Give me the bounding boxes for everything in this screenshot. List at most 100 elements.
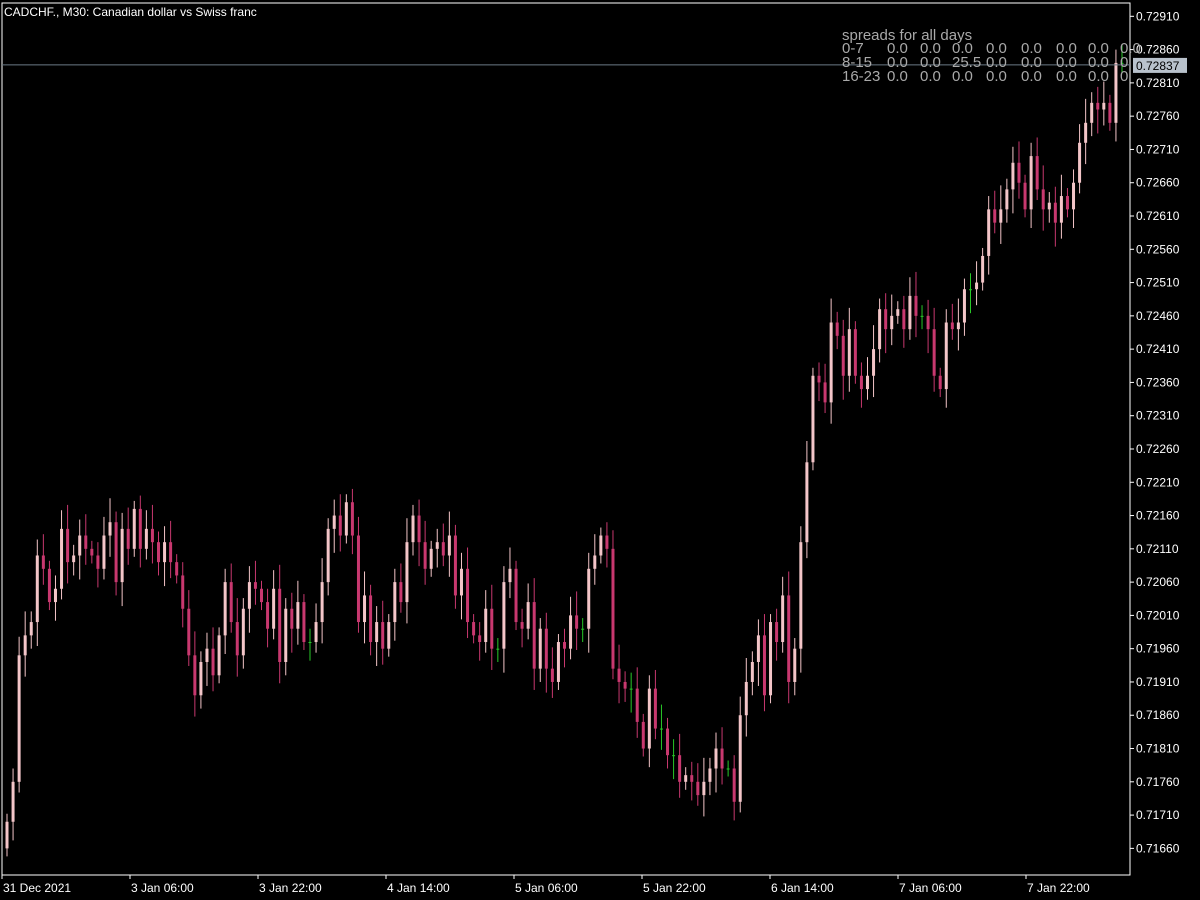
candle-body bbox=[520, 622, 524, 629]
candle-body bbox=[1102, 102, 1106, 110]
candle-body bbox=[684, 775, 688, 782]
candle-body bbox=[29, 622, 33, 636]
y-tick-label: 0.71710 bbox=[1136, 808, 1180, 822]
candle-body bbox=[356, 535, 360, 623]
candle-body bbox=[569, 615, 573, 649]
candle-body bbox=[817, 375, 821, 383]
candle-body bbox=[84, 535, 88, 549]
candle-body bbox=[890, 315, 894, 330]
candle-body bbox=[472, 622, 476, 636]
candle-body bbox=[132, 508, 136, 549]
candle-body bbox=[223, 582, 227, 636]
y-tick-label: 0.71960 bbox=[1136, 642, 1180, 656]
candle-body bbox=[72, 555, 76, 563]
candle-body bbox=[969, 289, 973, 291]
chart-background bbox=[0, 0, 1200, 900]
candle-body bbox=[1047, 202, 1051, 210]
candle-body bbox=[859, 375, 863, 390]
candle-body bbox=[387, 622, 391, 649]
candle-body bbox=[284, 608, 288, 662]
candle-body bbox=[575, 615, 579, 629]
candle-body bbox=[799, 542, 803, 649]
candle-body bbox=[672, 755, 676, 757]
y-tick-label: 0.71910 bbox=[1136, 675, 1180, 689]
candle-body bbox=[35, 555, 39, 623]
candle-body bbox=[108, 522, 112, 536]
candle-body bbox=[1029, 156, 1033, 210]
y-tick-label: 0.72410 bbox=[1136, 342, 1180, 356]
y-tick-label: 0.72610 bbox=[1136, 209, 1180, 223]
candle-body bbox=[405, 542, 409, 603]
y-tick-label: 0.71660 bbox=[1136, 841, 1180, 855]
candle-body bbox=[102, 535, 106, 569]
candle-body bbox=[714, 748, 718, 769]
candle-body bbox=[823, 382, 827, 403]
candle-body bbox=[920, 315, 924, 317]
candle-body bbox=[66, 528, 70, 563]
candle-body bbox=[793, 648, 797, 682]
candle-body bbox=[944, 322, 948, 390]
candle-body bbox=[187, 608, 191, 656]
candle-body bbox=[1090, 102, 1094, 123]
candle-body bbox=[399, 582, 403, 603]
candle-body bbox=[605, 535, 609, 549]
candle-body bbox=[308, 642, 312, 644]
candle-body bbox=[484, 608, 488, 643]
candle-body bbox=[532, 602, 536, 669]
candle-body bbox=[169, 542, 173, 563]
candle-body bbox=[938, 375, 942, 390]
candle-body bbox=[629, 688, 633, 690]
candle-body bbox=[1017, 162, 1021, 183]
candle-body bbox=[53, 588, 57, 603]
candle-body bbox=[150, 528, 154, 543]
candle-body bbox=[496, 648, 500, 650]
candle-body bbox=[114, 522, 118, 583]
candle-body bbox=[163, 542, 167, 563]
candle-body bbox=[253, 582, 257, 589]
y-tick-label: 0.72760 bbox=[1136, 109, 1180, 123]
y-tick-label: 0.72260 bbox=[1136, 442, 1180, 456]
x-tick-label: 4 Jan 14:00 bbox=[387, 881, 450, 895]
candle-body bbox=[914, 295, 918, 316]
spread-value: 0.0 bbox=[887, 68, 908, 85]
candle-body bbox=[181, 575, 185, 609]
candle-body bbox=[884, 309, 888, 330]
candle-body bbox=[623, 681, 627, 689]
candle-body bbox=[635, 688, 639, 722]
spread-value: 0 bbox=[1120, 68, 1128, 85]
candle-body bbox=[193, 655, 197, 696]
y-tick-label: 0.72110 bbox=[1136, 542, 1179, 556]
candle-body bbox=[1078, 142, 1082, 183]
candle-body bbox=[987, 209, 991, 256]
y-tick-label: 0.71760 bbox=[1136, 775, 1180, 789]
candle-body bbox=[338, 515, 342, 536]
x-tick-label: 6 Jan 14:00 bbox=[771, 881, 834, 895]
candle-body bbox=[556, 642, 560, 682]
candle-body bbox=[290, 608, 294, 629]
candle-body bbox=[41, 555, 45, 569]
y-tick-label: 0.72310 bbox=[1136, 409, 1180, 423]
candle-body bbox=[1053, 202, 1057, 223]
candle-body bbox=[853, 329, 857, 376]
candle-body bbox=[490, 608, 494, 649]
y-tick-label: 0.71860 bbox=[1136, 708, 1180, 722]
candle-body bbox=[17, 655, 21, 782]
candle-body bbox=[369, 595, 373, 643]
candle-body bbox=[459, 568, 463, 596]
candle-body bbox=[587, 568, 591, 629]
x-tick-label: 5 Jan 06:00 bbox=[515, 881, 578, 895]
candle-body bbox=[835, 322, 839, 336]
price-chart[interactable]: 0.72910 0.72860 0.72810 0.72760 0.72710 0.726… bbox=[0, 0, 1200, 900]
candle-body bbox=[696, 781, 700, 796]
candle-body bbox=[653, 688, 657, 729]
candle-body bbox=[1023, 182, 1027, 210]
candle-body bbox=[908, 295, 912, 330]
candle-body bbox=[702, 781, 706, 796]
candle-body bbox=[678, 755, 682, 782]
candle-body bbox=[599, 535, 603, 556]
candle-body bbox=[278, 588, 282, 662]
candle-body bbox=[708, 768, 712, 782]
candle-body bbox=[932, 329, 936, 376]
candle-body bbox=[962, 289, 966, 323]
candle-body bbox=[23, 635, 27, 656]
